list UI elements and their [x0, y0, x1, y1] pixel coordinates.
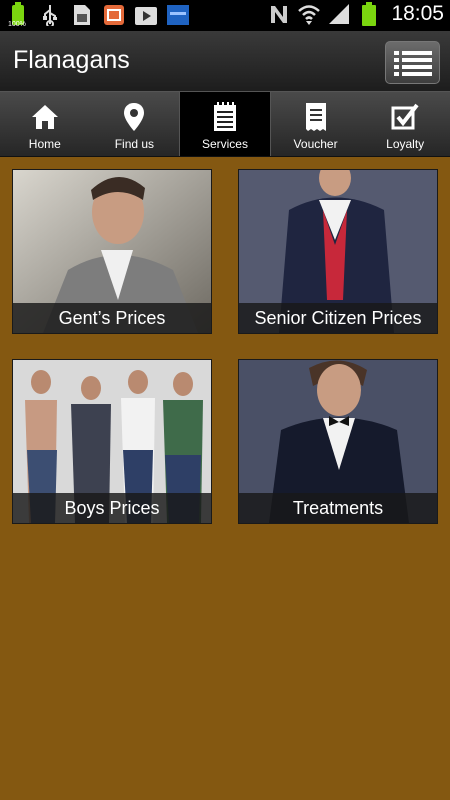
- list-menu-icon: [393, 50, 432, 76]
- location-pin-icon: [123, 100, 145, 134]
- battery-icon: [357, 2, 381, 26]
- app-header: Flanagans: [0, 31, 450, 91]
- n-icon: [267, 2, 291, 26]
- status-bar: 100% 18:05: [0, 0, 450, 31]
- battery-small-icon: 100%: [6, 2, 30, 28]
- tab-bar: Home Find us Services Voucher Loyalty: [0, 91, 450, 157]
- tab-home[interactable]: Home: [0, 92, 90, 156]
- checkbox-icon: [391, 100, 419, 134]
- photo-app-icon: [102, 3, 126, 27]
- play-store-icon: [134, 3, 158, 27]
- menu-button[interactable]: [385, 41, 440, 84]
- treatments-tile[interactable]: Treatments: [238, 359, 438, 524]
- home-icon: [31, 100, 59, 134]
- treatments-label: Treatments: [239, 493, 437, 523]
- news-app-icon: [166, 3, 190, 27]
- battery-percent: 100%: [8, 21, 26, 28]
- notepad-icon: [213, 100, 237, 134]
- usb-icon: [38, 3, 62, 27]
- status-right-icons: 18:05: [267, 2, 444, 26]
- app-title: Flanagans: [13, 46, 130, 74]
- boys-prices-label: Boys Prices: [13, 493, 211, 523]
- tab-find-us-label: Find us: [114, 137, 155, 151]
- tab-voucher-label: Voucher: [293, 137, 338, 151]
- gents-prices-tile[interactable]: Gent’s Prices: [12, 169, 212, 334]
- boys-prices-tile[interactable]: Boys Prices: [12, 359, 212, 524]
- receipt-icon: [305, 100, 327, 134]
- tab-loyalty[interactable]: Loyalty: [360, 92, 450, 156]
- senior-citizen-prices-tile[interactable]: Senior Citizen Prices: [238, 169, 438, 334]
- status-left-icons: 100%: [6, 2, 190, 28]
- sim-card-icon: [70, 3, 94, 27]
- tab-find-us[interactable]: Find us: [90, 92, 180, 156]
- clock-time: 18:05: [391, 2, 444, 25]
- tab-services-label: Services: [201, 137, 248, 151]
- tab-services[interactable]: Services: [179, 92, 271, 156]
- gents-prices-label: Gent’s Prices: [13, 303, 211, 333]
- tab-voucher[interactable]: Voucher: [271, 92, 361, 156]
- wifi-icon: [297, 2, 321, 26]
- tab-home-label: Home: [28, 137, 61, 151]
- signal-icon: [327, 2, 351, 26]
- senior-citizen-prices-label: Senior Citizen Prices: [239, 303, 437, 333]
- tab-loyalty-label: Loyalty: [386, 137, 425, 151]
